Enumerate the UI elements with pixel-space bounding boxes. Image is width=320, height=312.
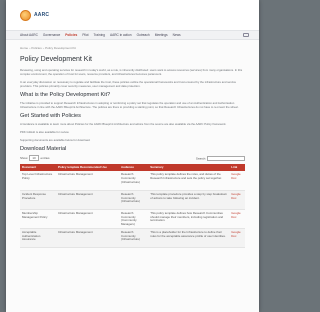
cell-audience: Research Community (Infrastructure) [119,171,149,191]
get-started-heading: Get Started with Policies [20,113,81,119]
nav-item-policies[interactable]: Policies [65,33,77,37]
page-title: Policy Development Kit [20,56,92,63]
download-heading: Download Material [20,146,67,152]
table-row: Acceptable Authentication Assurance Infr… [20,228,245,249]
cell-template-use: Infrastructure Management [56,190,119,210]
breadcrumb-home[interactable]: Home [20,46,28,50]
column-header-template-use[interactable]: Policy template Recommended Use [56,164,119,172]
cell-document: Incident Response Procedure [20,190,56,210]
logo-text: AARC [34,12,50,18]
breadcrumb-current: Policy Development Kit [45,46,76,50]
search-icon[interactable] [243,33,249,37]
nav-item-meetings[interactable]: Meetings [155,33,168,37]
aarc-logo-icon [20,9,31,21]
table-row: Incident Response Procedure Infrastructu… [20,190,245,210]
show-label: Show [20,156,28,160]
table-search: Search: [195,155,245,161]
cell-summary: This policy template defines the roles, … [148,171,230,191]
breadcrumb-parent[interactable]: Policies [31,46,41,50]
table-controls: Show 10 entries Search: [20,155,245,161]
download-link[interactable]: Google Doc [229,228,245,249]
cell-audience: Research Community (Community Managers) [119,209,149,230]
nav-item-about[interactable]: About AARC [20,33,38,37]
get-started-text-1: A Guidance is available to learn more ab… [20,122,227,126]
cell-summary: This template procedure provides a step … [148,190,230,210]
site-logo[interactable]: AARC [20,9,50,21]
intro-paragraph-1: Reviewing, using and operating services … [20,68,243,76]
column-header-link[interactable]: Link [229,164,245,172]
download-link[interactable]: Google Doc [229,190,245,210]
entries-label: entries [40,156,50,160]
entries-select[interactable]: 10 [29,155,39,161]
get-started-text-2: PDK GitHub is also available for review. [20,130,70,134]
cell-document: Top Level Infrastructure Policy [20,171,56,191]
main-navigation: About AARC Governance Policies Pilot Tra… [6,30,259,40]
column-header-document[interactable]: Document [20,164,56,172]
nav-item-governance[interactable]: Governance [43,33,60,37]
cell-summary: This is a placeholder for the Infrastruc… [148,228,230,249]
table-row: Membership Management Policy Infrastruct… [20,209,245,230]
cell-audience: Research Community (Infrastructure) [119,190,149,210]
search-label: Search: [195,155,207,160]
intro-paragraph-2: In an everyday discussion on necessary t… [20,80,237,88]
breadcrumb: Home » Policies » Policy Development Kit [20,46,245,50]
entries-control: Show 10 entries [20,155,50,161]
browser-page: AARC About AARC Governance Policies Pilo… [6,0,259,312]
nav-item-outreach[interactable]: Outreach [137,33,150,37]
column-header-summary[interactable]: Summary [148,164,230,172]
download-table: Document Policy template Recommended Use… [20,164,245,249]
cell-template-use: Infrastructure Management [56,209,119,230]
nav-item-training[interactable]: Training [94,33,105,37]
nav-item-pilot[interactable]: Pilot [82,33,88,37]
nav-item-in-action[interactable]: AARC in action [110,33,132,37]
what-is-heading: What is the Policy Development Kit? [20,92,111,98]
cell-summary: This policy template defines how Researc… [148,209,230,230]
cell-template-use: Infrastructure Management [56,171,119,191]
main-content: Home » Policies » Policy Development Kit… [6,40,259,249]
download-link[interactable]: Google Doc [229,171,245,191]
download-link[interactable]: Google Doc [229,209,245,230]
table-header-row: Document Policy template Recommended Use… [20,164,245,172]
cell-template-use: Infrastructure Management [56,228,119,249]
nav-item-news[interactable]: News [173,33,181,37]
cell-document: Membership Management Policy [20,209,56,230]
column-header-audience[interactable]: Audience [119,164,149,172]
table-search-input[interactable] [207,155,245,161]
cell-audience: Research Community (Infrastructure) [119,228,149,249]
get-started-text-3: Supporting documents are available below… [20,138,91,142]
what-is-text: The initiative is provided to support Re… [20,101,239,109]
site-header: AARC [6,0,259,30]
table-row: Top Level Infrastructure Policy Infrastr… [20,171,245,191]
cell-document: Acceptable Authentication Assurance [20,228,56,249]
